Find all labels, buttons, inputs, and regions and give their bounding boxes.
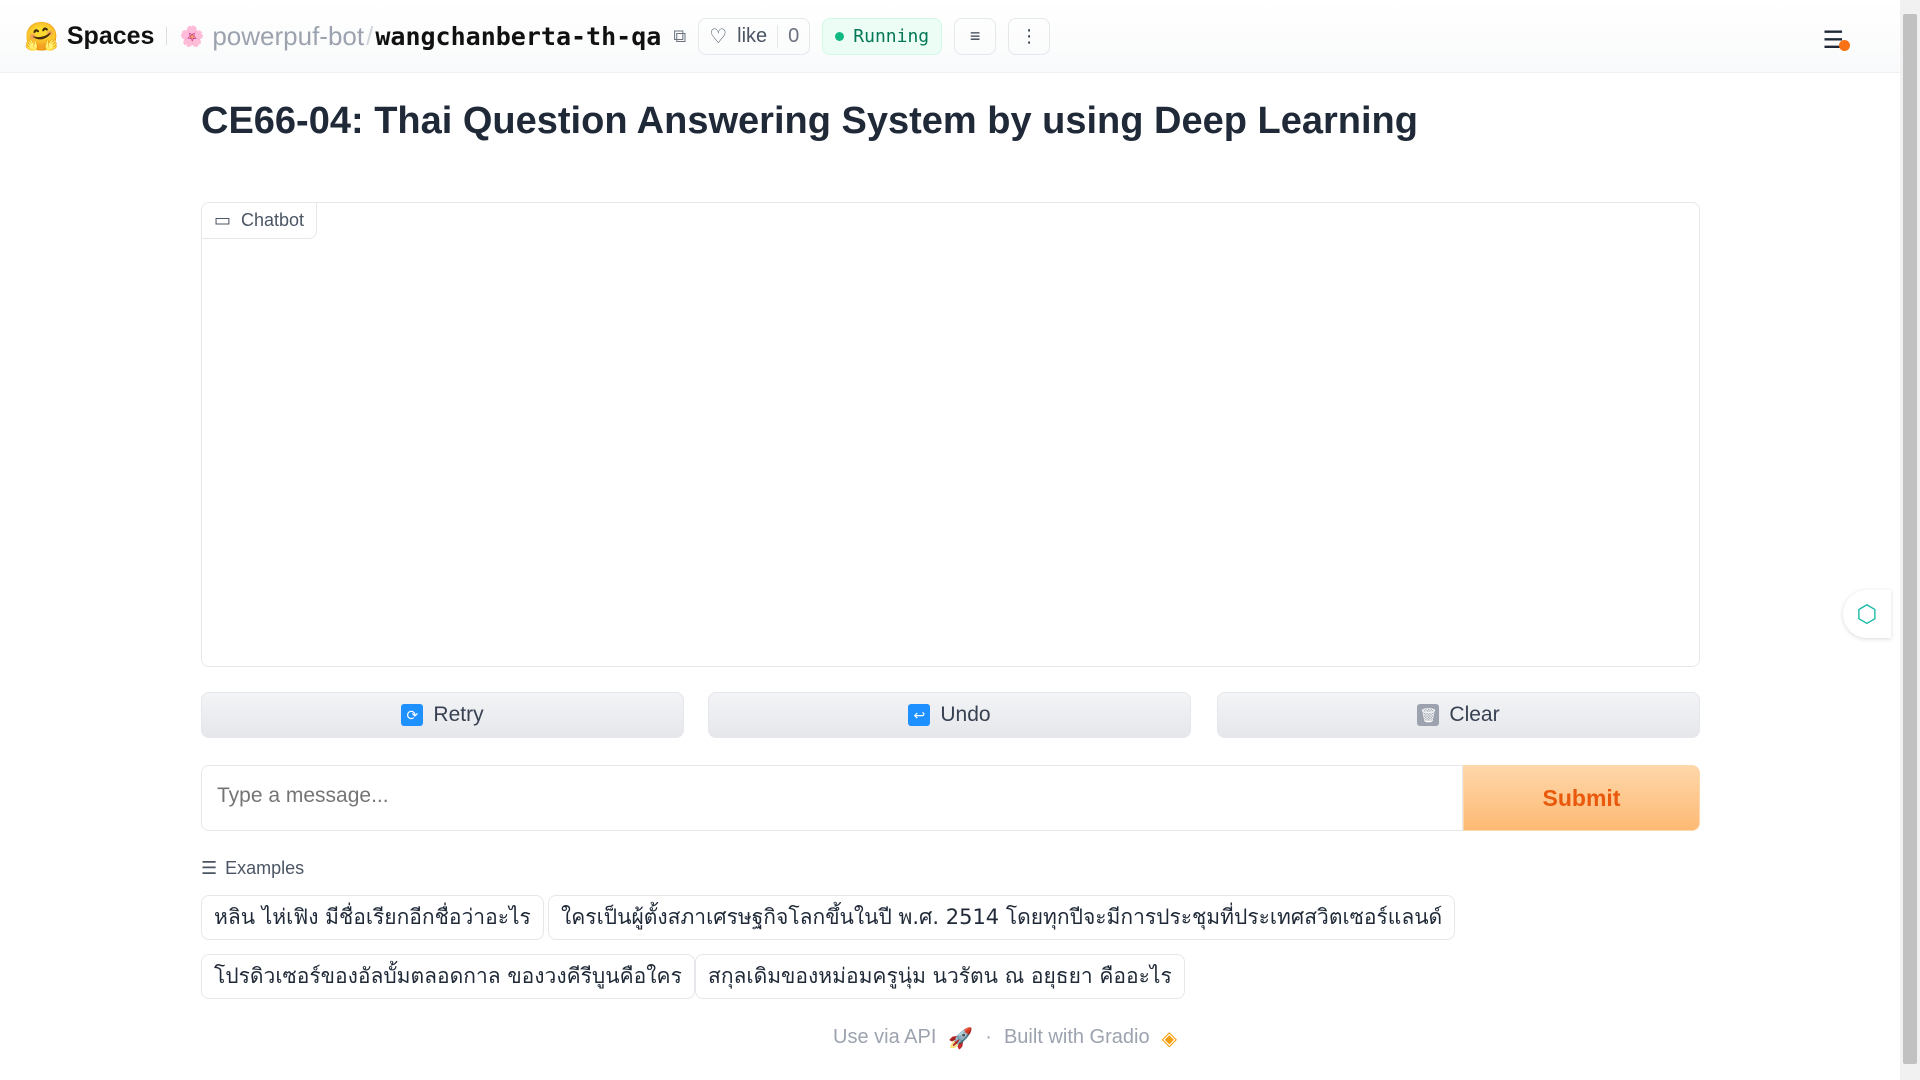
- path-separator: /: [366, 20, 374, 51]
- scrollbar[interactable]: [1900, 0, 1920, 1080]
- example-item[interactable]: โปรดิวเซอร์ของอัลบั้มตลอดกาล ของวงคีรีบู…: [201, 954, 695, 999]
- copy-icon[interactable]: ⧉: [673, 26, 686, 47]
- divider: [166, 27, 168, 45]
- use-via-api-link[interactable]: Use via API: [833, 1026, 936, 1051]
- logs-button[interactable]: ≡: [954, 17, 997, 55]
- clear-label: Clear: [1449, 703, 1500, 726]
- heart-icon: ♡: [709, 25, 728, 48]
- footer: Use via API 🚀 · Built with Gradio ◈: [0, 1026, 1900, 1051]
- built-with-gradio-link[interactable]: Built with Gradio: [1004, 1026, 1150, 1051]
- example-item[interactable]: หลิน ไห่เฟิง มีชื่อเรียกอีกชื่อว่าอะไร: [201, 895, 544, 940]
- top-nav: 🤗 Spaces 🌸 powerpuf-bot / wangchanberta-…: [0, 0, 1900, 73]
- chatbot-panel: ▭ Chatbot: [201, 202, 1700, 667]
- rocket-icon: 🚀: [948, 1028, 974, 1050]
- undo-icon: ↩: [908, 704, 931, 726]
- examples-label: Examples: [225, 858, 305, 878]
- status-dot-icon: [835, 31, 845, 41]
- hugging-face-logo-icon[interactable]: 🤗: [24, 20, 59, 53]
- notification-dot: [1839, 40, 1850, 51]
- footer-separator: ·: [985, 1026, 992, 1048]
- scrollbar-thumb[interactable]: [1903, 14, 1917, 1064]
- retry-button[interactable]: ⟳ Retry: [201, 692, 684, 738]
- owner-avatar: 🌸: [179, 25, 205, 48]
- example-item[interactable]: สกุลเดิมของหม่อมครูนุ่ม นวรัตน ณ อยุธยา …: [695, 954, 1185, 999]
- status-text: Running: [853, 25, 930, 47]
- like-count[interactable]: 0: [777, 24, 809, 48]
- status-badge[interactable]: Running: [822, 17, 943, 55]
- clear-button[interactable]: 🗑 Clear: [1217, 692, 1700, 738]
- page-title: CE66-04: Thai Question Answering System …: [201, 100, 1418, 142]
- message-input[interactable]: [201, 765, 1463, 831]
- owner-link[interactable]: powerpuf-bot: [212, 21, 364, 52]
- undo-button[interactable]: ↩ Undo: [708, 692, 1191, 738]
- logs-icon: ≡: [969, 25, 981, 46]
- examples-header: ☰ Examples: [201, 858, 304, 879]
- retry-icon: ⟳: [401, 704, 424, 726]
- example-item[interactable]: ใครเป็นผู้ตั้งสภาเศรษฐกิจโลกขึ้นในปี พ.ศ…: [548, 895, 1456, 940]
- list-icon: ☰: [201, 858, 218, 878]
- kebab-icon: ⋮: [1020, 25, 1039, 46]
- hamburger-menu-icon[interactable]: ☰: [1822, 26, 1850, 55]
- trash-icon: 🗑: [1417, 704, 1440, 726]
- submit-button[interactable]: Submit: [1463, 765, 1700, 831]
- repo-name[interactable]: wangchanberta-th-qa: [375, 22, 661, 51]
- like-button[interactable]: ♡ like 0: [698, 17, 811, 55]
- chat-icon: ▭: [214, 210, 232, 230]
- chatbot-label: ▭ Chatbot: [202, 203, 318, 239]
- like-label: like: [737, 24, 768, 47]
- floating-widget-icon[interactable]: ⬡: [1843, 590, 1891, 638]
- more-options-button[interactable]: ⋮: [1008, 17, 1051, 55]
- gradio-logo-icon: ◈: [1161, 1028, 1177, 1050]
- retry-label: Retry: [433, 703, 484, 726]
- spaces-link[interactable]: Spaces: [67, 22, 155, 51]
- undo-label: Undo: [940, 703, 991, 726]
- chatbot-label-text: Chatbot: [241, 210, 305, 230]
